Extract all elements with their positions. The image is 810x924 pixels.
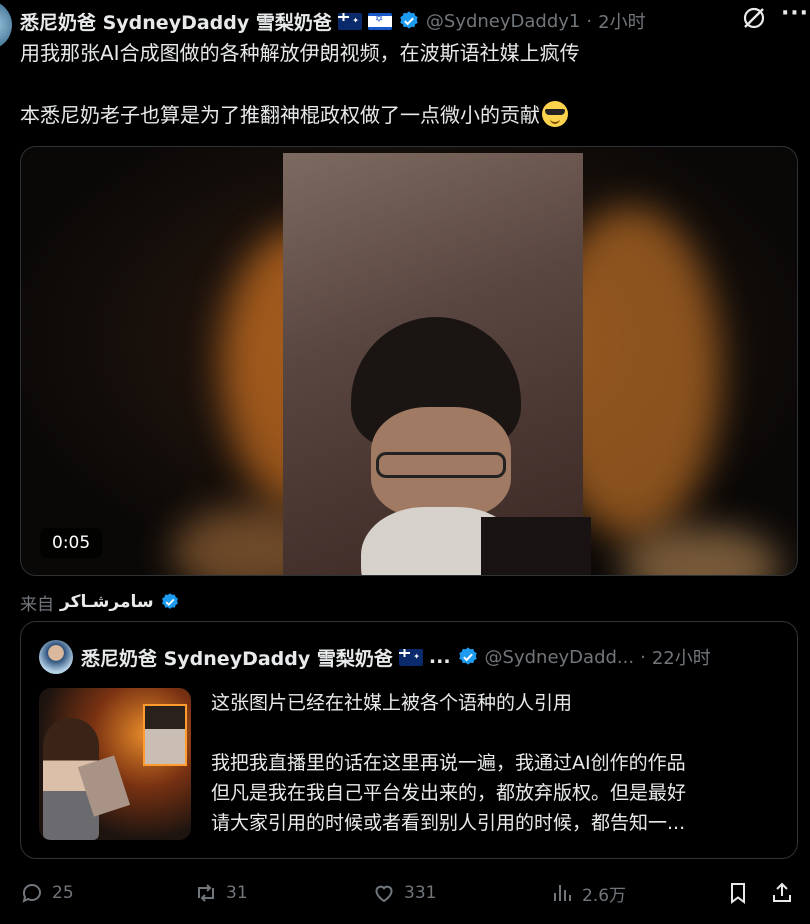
verified-badge-icon [458, 647, 477, 665]
video-duration-badge: 0:05 [40, 528, 103, 558]
quoted-post-time[interactable]: 22小时 [652, 644, 711, 670]
views-button[interactable]: 2.6万 [550, 876, 626, 910]
australia-flag-icon [398, 648, 423, 666]
israel-flag-icon [367, 12, 392, 30]
reply-button[interactable]: 25 [20, 876, 74, 910]
source-attribution: 来自 سامرشـاكر [20, 589, 180, 615]
name-truncation: ... [428, 646, 451, 668]
post-text-line: 本悉尼奶老子也算是为了推翻神棍政权做了一点微小的贡献 [20, 100, 800, 130]
share-button[interactable] [770, 876, 802, 910]
post-text-line: 用我那张AI合成图做的各种解放伊朗视频，在波斯语社媒上疯传 [20, 41, 580, 65]
bookmark-button[interactable] [726, 876, 758, 910]
repost-button[interactable]: 31 [194, 876, 248, 910]
quoted-text-line: 我把我直播里的话在这里再说一遍，我通过AI创作的作品 [211, 752, 686, 774]
source-prefix: 来自 [20, 594, 54, 615]
reply-count: 25 [52, 883, 74, 903]
post-text: 用我那张AI合成图做的各种解放伊朗视频，在波斯语社媒上疯传 本悉尼奶老子也算是为… [20, 38, 800, 130]
reply-icon [22, 884, 41, 903]
quoted-post-header: 悉尼奶爸 SydneyDaddy 雪梨奶爸 ... @SydneyDadd...… [39, 640, 779, 674]
post-time[interactable]: 2小时 [598, 8, 645, 34]
grok-icon[interactable] [740, 4, 768, 32]
author-name[interactable]: 悉尼奶爸 SydneyDaddy 雪梨奶爸 [20, 8, 332, 35]
action-bar: 25 31 331 2.6万 [20, 876, 800, 910]
like-button[interactable]: 331 [372, 876, 436, 910]
heart-icon [375, 885, 393, 903]
share-icon [773, 882, 791, 902]
quoted-author-name[interactable]: 悉尼奶爸 SydneyDaddy 雪梨奶爸 [81, 644, 393, 671]
verified-badge-icon [400, 11, 418, 29]
quoted-text-line: 但凡是我在我自己平台发出来的，都放弃版权。但是最好 [211, 782, 687, 804]
views-chart-icon [554, 885, 571, 901]
author-avatar[interactable] [0, 0, 12, 50]
separator-dot: · [586, 10, 593, 32]
quoted-post[interactable]: 悉尼奶爸 SydneyDaddy 雪梨奶爸 ... @SydneyDadd...… [20, 621, 798, 859]
more-options-icon[interactable]: ··· [780, 2, 810, 32]
quoted-author-avatar[interactable] [39, 640, 73, 674]
separator-dot: · [640, 646, 646, 668]
quoted-text-line: 这张图片已经在社媒上被各个语种的人引用 [211, 692, 573, 714]
like-count: 331 [404, 883, 437, 903]
verified-badge-icon [161, 593, 178, 609]
author-handle[interactable]: @SydneyDaddy1 [426, 11, 581, 32]
video-player[interactable] [20, 146, 798, 576]
bookmark-icon [731, 883, 745, 904]
quoted-text-line: 请大家引用的时候或者看到别人引用的时候，都告知一... [211, 812, 686, 834]
smiling-face-with-sunglasses-icon [542, 101, 568, 127]
repost-icon [198, 884, 214, 902]
quoted-post-text: 这张图片已经在社媒上被各个语种的人引用 我把我直播里的话在这里再说一遍，我通过A… [211, 688, 781, 838]
quoted-post-image[interactable] [39, 688, 191, 840]
source-name[interactable]: سامرشـاكر [60, 592, 154, 612]
post-text-line-content: 本悉尼奶老子也算是为了推翻神棍政权做了一点微小的贡献 [20, 103, 540, 127]
view-count: 2.6万 [582, 885, 627, 906]
quoted-author-handle[interactable]: @SydneyDadd... [485, 647, 635, 668]
post-header: 悉尼奶爸 SydneyDaddy 雪梨奶爸 @SydneyDaddy1 · 2小… [20, 4, 800, 38]
repost-count: 31 [226, 883, 248, 903]
australia-flag-icon [337, 12, 362, 30]
